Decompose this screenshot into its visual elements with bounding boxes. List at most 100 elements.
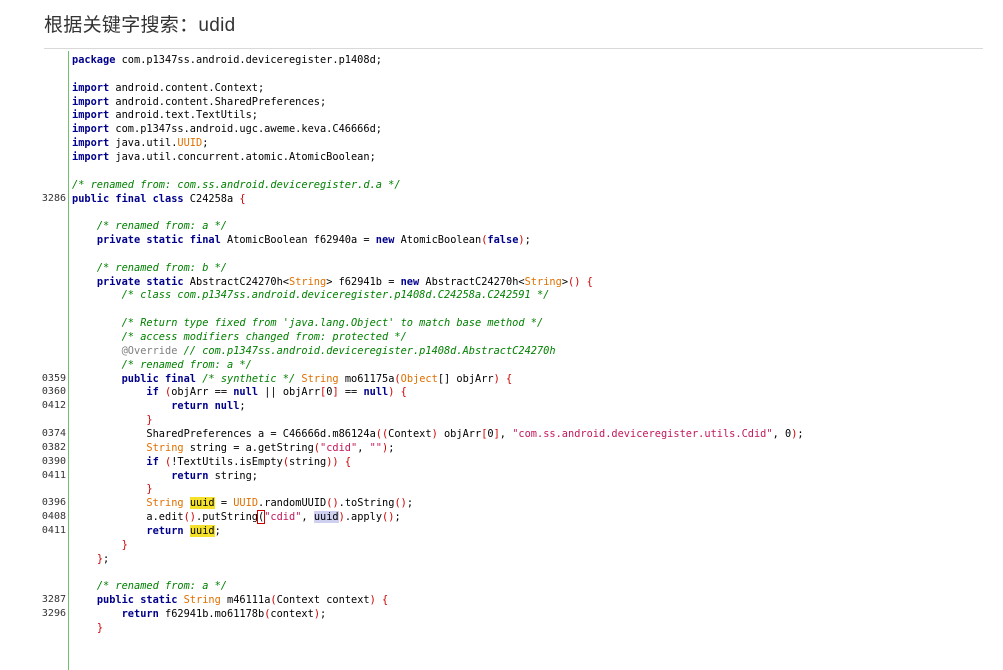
code-text[interactable]: import java.util.concurrent.atomic.Atomi… xyxy=(72,150,376,164)
code-text[interactable]: String string = a.getString("cdid", ""); xyxy=(72,441,394,455)
code-line: package com.p1347ss.android.deviceregist… xyxy=(0,53,983,67)
code-line: /* renamed from: b */ xyxy=(0,261,983,275)
code-text[interactable]: import android.content.Context; xyxy=(72,81,264,95)
code-text[interactable]: return null; xyxy=(72,399,246,413)
search-match: uuid xyxy=(189,524,215,537)
code-line: 0359 public final /* synthetic */ String… xyxy=(0,372,983,386)
code-text[interactable]: /* access modifiers changed from: protec… xyxy=(72,330,407,344)
code-token: Object xyxy=(400,372,438,385)
code-text[interactable]: } xyxy=(72,482,152,496)
code-line: /* renamed from: a */ xyxy=(0,358,983,372)
code-line: @Override // com.p1347ss.android.devicer… xyxy=(0,344,983,358)
code-line: } xyxy=(0,538,983,552)
code-token: null xyxy=(233,386,259,399)
code-text[interactable]: /* renamed from: a */ xyxy=(72,358,252,372)
code-text[interactable]: if (!TextUtils.isEmpty(string)) { xyxy=(72,455,351,469)
code-text[interactable]: return f62941b.mo61178b(context); xyxy=(72,607,327,621)
code-text[interactable]: /* renamed from: com.ss.android.devicere… xyxy=(72,178,401,192)
code-token: package xyxy=(72,54,116,66)
code-text[interactable]: public static String m46111a(Context con… xyxy=(72,593,388,607)
code-line: 0390 if (!TextUtils.isEmpty(string)) { xyxy=(0,455,983,469)
code-line: 0396 String uuid = UUID.randomUUID().toS… xyxy=(0,496,983,510)
code-text[interactable]: import com.p1347ss.android.ugc.aweme.kev… xyxy=(72,122,382,136)
code-token: /* class com.p1347ss.android.deviceregis… xyxy=(121,289,550,302)
code-line: 0411 return string; xyxy=(0,469,983,483)
code-text[interactable]: return string; xyxy=(72,469,258,483)
code-line: import java.util.concurrent.atomic.Atomi… xyxy=(0,150,983,164)
code-token: ; xyxy=(239,400,246,413)
code-line: private static final AtomicBoolean f6294… xyxy=(0,233,983,247)
code-text[interactable]: } xyxy=(72,538,128,552)
code-text[interactable]: @Override // com.p1347ss.android.devicer… xyxy=(72,344,556,358)
code-text[interactable]: a.edit().putString("cdid", uuid).apply()… xyxy=(72,510,401,525)
code-token: String xyxy=(301,372,339,385)
code-text[interactable]: } xyxy=(72,621,103,635)
code-text[interactable]: /* class com.p1347ss.android.deviceregis… xyxy=(72,288,550,302)
code-token: return xyxy=(171,469,209,482)
line-number: 0359 xyxy=(41,372,66,384)
code-token: objArr == xyxy=(171,386,234,399)
code-text[interactable]: import android.content.SharedPreferences… xyxy=(72,95,326,109)
code-line: 0360 if (objArr == null || objArr[0] == … xyxy=(0,385,983,399)
code-line: import com.p1347ss.android.ugc.aweme.kev… xyxy=(0,122,983,136)
code-text[interactable]: String uuid = UUID.randomUUID().toString… xyxy=(72,496,413,510)
code-token: } xyxy=(146,414,153,427)
code-text[interactable]: }; xyxy=(72,552,109,566)
code-text[interactable]: public final class C24258a { xyxy=(72,192,246,206)
line-number: 0382 xyxy=(41,441,66,453)
code-text[interactable]: public final /* synthetic */ String mo61… xyxy=(72,372,513,386)
code-token: /* renamed from: com.ss.android.devicere… xyxy=(72,178,401,191)
code-token: ; xyxy=(320,608,327,620)
code-token: () xyxy=(183,511,196,524)
code-viewer[interactable]: package com.p1347ss.android.deviceregist… xyxy=(0,51,983,670)
code-text[interactable]: private static AbstractC24270h<String> f… xyxy=(72,275,593,289)
code-line: 0412 return null; xyxy=(0,399,983,413)
code-token: f62941b.mo61178b xyxy=(158,608,265,620)
code-line: 0382 String string = a.getString("cdid",… xyxy=(0,441,983,455)
line-number: 0412 xyxy=(41,400,66,412)
code-token: C24258a xyxy=(183,192,240,205)
code-line: import java.util.UUID; xyxy=(0,136,983,150)
code-token: .putString xyxy=(196,511,258,524)
code-token: } xyxy=(121,538,128,551)
code-token: com.p1347ss.android.deviceregister.p1408… xyxy=(115,54,382,66)
code-text[interactable]: import android.text.TextUtils; xyxy=(72,108,258,122)
code-token: string = a.getString xyxy=(183,441,314,454)
code-token: ; xyxy=(202,137,209,150)
line-number: 0411 xyxy=(41,469,66,481)
code-text[interactable]: /* renamed from: b */ xyxy=(72,261,227,275)
code-text[interactable]: package com.p1347ss.android.deviceregist… xyxy=(72,53,382,67)
code-text[interactable]: import java.util.UUID; xyxy=(72,136,208,150)
code-line: 0411 return uuid; xyxy=(0,524,983,538)
code-text[interactable]: return uuid; xyxy=(72,524,221,538)
code-text[interactable]: if (objArr == null || objArr[0] == null)… xyxy=(72,385,406,399)
code-token: return null xyxy=(171,400,240,413)
code-line: private static AbstractC24270h<String> f… xyxy=(0,275,983,289)
code-token: private static xyxy=(96,275,184,288)
code-token: string; xyxy=(208,469,259,482)
code-text[interactable]: private static final AtomicBoolean f6294… xyxy=(72,233,531,247)
code-token: )) xyxy=(326,455,339,468)
code-text[interactable]: /* renamed from: a */ xyxy=(72,579,227,593)
code-token: /* renamed from: a */ xyxy=(96,220,227,233)
code-text[interactable]: SharedPreferences a = C46666d.m86124a((C… xyxy=(72,427,803,441)
code-text[interactable]: /* renamed from: a */ xyxy=(72,219,227,233)
code-text[interactable]: /* Return type fixed from 'java.lang.Obj… xyxy=(72,316,544,330)
code-text[interactable]: } xyxy=(72,413,153,427)
code-token: /* synthetic */ xyxy=(202,372,296,385)
